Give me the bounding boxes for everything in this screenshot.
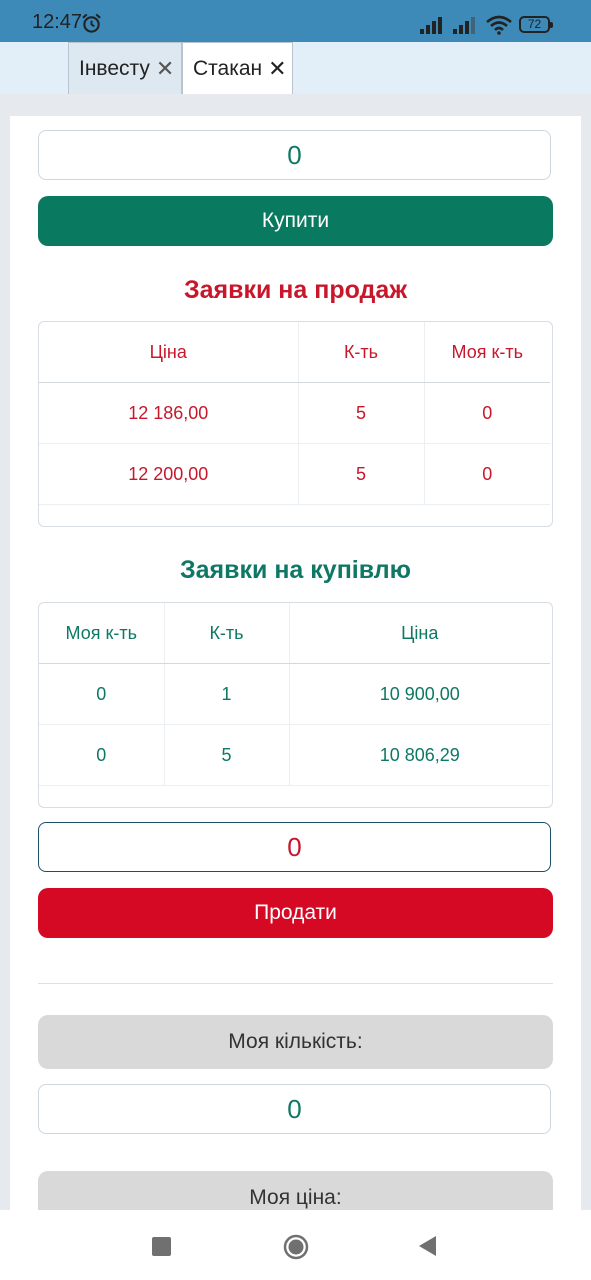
cell-qty: 1 (164, 663, 290, 725)
buy-button[interactable]: Купити (38, 196, 553, 246)
system-navigation-bar (0, 1210, 591, 1280)
cell-signal-icon (420, 17, 442, 34)
sell-orders-table: Ціна К-ть Моя к-ть 12 186,00 5 0 12 200,… (38, 321, 553, 527)
order-book-screen: 0 Купити Заявки на продаж Ціна К-ть Моя … (0, 94, 591, 1210)
battery-icon: 72 (519, 16, 553, 33)
order-book-panel: 0 Купити Заявки на продаж Ціна К-ть Моя … (10, 116, 581, 1210)
square-icon[interactable] (152, 1237, 171, 1256)
cell-price: 10 900,00 (289, 663, 550, 725)
cell-price: 10 806,29 (289, 724, 550, 786)
cell-my-qty: 0 (424, 382, 550, 444)
table-row[interactable]: 12 186,00 5 0 (39, 382, 550, 444)
table-header-row: Ціна К-ть Моя к-ть (39, 322, 550, 383)
table-row[interactable]: 0 1 10 900,00 (39, 663, 550, 725)
tab-stakan[interactable]: Стакан ✕ (182, 42, 293, 94)
sell-button[interactable]: Продати (38, 888, 553, 938)
column-header-price: Ціна (289, 603, 550, 664)
my-quantity-label: Моя кількість: (38, 1015, 553, 1069)
cell-my-qty: 0 (39, 724, 165, 786)
column-header-qty: К-ть (298, 322, 425, 383)
close-icon[interactable]: ✕ (156, 56, 174, 82)
table-row[interactable]: 0 5 10 806,29 (39, 724, 550, 786)
cell-price: 12 200,00 (39, 443, 299, 505)
buy-amount-input[interactable]: 0 (38, 130, 551, 180)
column-header-my-qty: Моя к-ть (39, 603, 165, 664)
buy-orders-table: Моя к-ть К-ть Ціна 0 1 10 900,00 0 5 10 … (38, 602, 553, 808)
close-icon[interactable]: ✕ (268, 56, 286, 82)
tab-bar: Інвесту ✕ Стакан ✕ (0, 42, 591, 94)
wifi-icon (486, 15, 512, 35)
divider (38, 983, 553, 984)
sell-amount-input[interactable]: 0 (38, 822, 551, 872)
my-price-label: Моя ціна: (38, 1171, 553, 1210)
column-header-my-qty: Моя к-ть (424, 322, 550, 383)
tab-label: Інвесту (79, 56, 150, 80)
cell-qty: 5 (298, 443, 425, 505)
column-header-qty: К-ть (164, 603, 290, 664)
status-bar: 12:47 72 (0, 0, 591, 42)
cell-signal-icon (453, 17, 475, 34)
cell-qty: 5 (298, 382, 425, 444)
cell-my-qty: 0 (39, 663, 165, 725)
tab-label: Стакан (193, 56, 263, 80)
status-time: 12:47 (32, 11, 83, 33)
table-row[interactable]: 12 200,00 5 0 (39, 443, 550, 505)
alarm-clock-icon (82, 13, 101, 33)
column-header-price: Ціна (39, 322, 299, 383)
circle-icon[interactable] (283, 1234, 309, 1260)
sell-orders-title: Заявки на продаж (183, 276, 408, 304)
cell-qty: 5 (164, 724, 290, 786)
tab-investu[interactable]: Інвесту ✕ (68, 42, 182, 94)
back-triangle-icon[interactable] (417, 1234, 437, 1258)
my-quantity-input[interactable]: 0 (38, 1084, 551, 1134)
buy-orders-title: Заявки на купівлю (179, 556, 412, 584)
table-header-row: Моя к-ть К-ть Ціна (39, 603, 550, 664)
cell-my-qty: 0 (424, 443, 550, 505)
cell-price: 12 186,00 (39, 382, 299, 444)
